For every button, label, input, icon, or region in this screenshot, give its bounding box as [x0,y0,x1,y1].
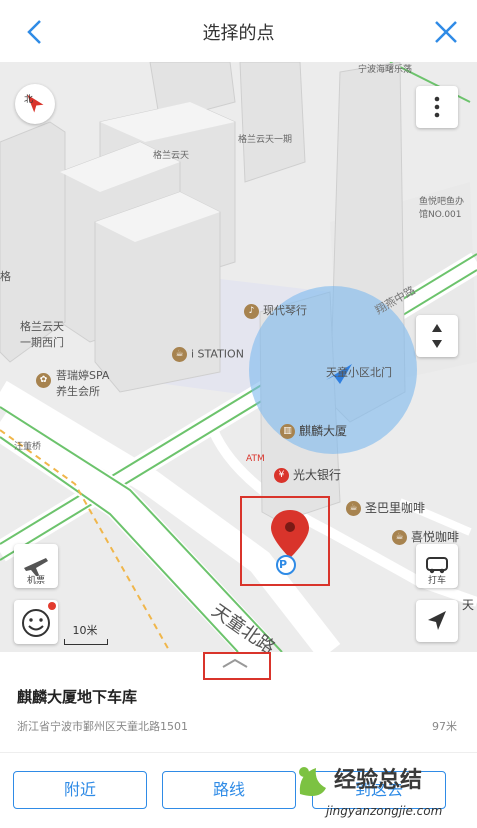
floor-switch-button[interactable] [416,315,458,357]
smiley-icon [22,602,56,637]
building-icon: ▥ [280,424,295,439]
chevron-up-icon[interactable] [217,657,253,671]
coffee-icon: ☕ [392,530,407,545]
bank-icon: ¥ [274,468,289,483]
watermark-logo-icon [299,767,326,796]
up-down-icon [432,324,442,348]
more-vertical-icon [434,96,440,118]
poi-ge-edge[interactable]: 格 [0,268,11,284]
nearby-button[interactable]: 附近 [13,771,147,809]
taxi-button[interactable]: 打车 [416,544,458,588]
pin-highlight-box [240,496,330,586]
poi-shengbali-cafe[interactable]: ☕ 圣巴里咖啡 [346,499,425,516]
place-name: 麒麟大厦地下车库 [17,688,138,706]
poi-puruiting-spa[interactable]: ✿ 菩瑞婷SPA 养生会所 [36,367,109,399]
place-address: 浙江省宁波市鄞州区天童北路1501 [17,720,188,733]
poi-xiandai-qinxing[interactable]: ♪ 现代琴行 [244,302,307,319]
compass-north-label: 北 [24,95,34,105]
coffee-icon: ☕ [346,501,361,516]
poi-i-station[interactable]: ☕ i STATION [172,347,244,362]
route-button[interactable]: 路线 [162,771,296,809]
poi-gelan-yunyiqi[interactable]: 格兰云天一期 [238,132,292,145]
scale-label: 10米 [72,624,98,637]
map-view[interactable]: 宁波海曙乐荡 格兰云天一期 格兰云天 鱼悦吧鱼办 馆NO.001 格 格兰云天 一期… [0,62,477,652]
close-icon[interactable] [433,18,459,46]
place-distance: 97米 [432,720,457,733]
poi-gelan-west-gate[interactable]: 格兰云天 一期西门 [20,318,64,350]
poi-qilin-dasha[interactable]: ▥ 麒麟大厦 [280,422,347,439]
music-icon: ♪ [244,303,259,319]
locate-me-button[interactable] [416,600,458,642]
emoji-feedback-button[interactable] [14,600,58,644]
spa-icon: ✿ [36,373,51,388]
poi-wangdongqiao[interactable]: 汪董桥 [14,439,41,452]
poi-xiaoqu-north-gate[interactable]: 天童小区北门 [326,364,392,380]
taxi-label: 打车 [427,576,446,586]
watermark-url: jingyanzongjie.com [326,804,443,818]
watermark-title: 经验总结 [334,768,423,793]
page-title: 选择的点 [202,23,275,44]
flight-ticket-button[interactable]: 机票 [14,544,58,588]
poi-xiyue-cafe[interactable]: ☕ 喜悦咖啡 [392,528,459,545]
watermark: 经验总结 jingyanzongjie.com [290,756,477,827]
poi-tian-edge[interactable]: 天 [462,596,474,613]
top-bar: 选择的点 [0,0,477,63]
compass-icon [27,94,44,113]
map-scale: 10米 [64,622,108,645]
atm-icon: ATM [246,454,265,464]
poi-guangda-bank[interactable]: ¥ 光大银行 [274,466,341,483]
scale-bar [64,639,108,645]
flight-ticket-label: 机票 [26,576,45,586]
cafe-icon: ☕ [172,347,187,362]
compass-button[interactable]: 北 [15,84,55,124]
poi-yuyueba[interactable]: 鱼悦吧鱼办 馆NO.001 [419,194,464,220]
more-options-button[interactable] [416,86,458,128]
poi-gelan-yuntian[interactable]: 格兰云天 [153,148,189,161]
navigation-arrow-icon [428,611,446,630]
place-info-panel[interactable]: 麒麟大厦地下车库 浙江省宁波市鄞州区天童北路1501 97米 [0,652,477,752]
poi-ningbo-playground[interactable]: 宁波海曙乐荡 [358,62,412,75]
